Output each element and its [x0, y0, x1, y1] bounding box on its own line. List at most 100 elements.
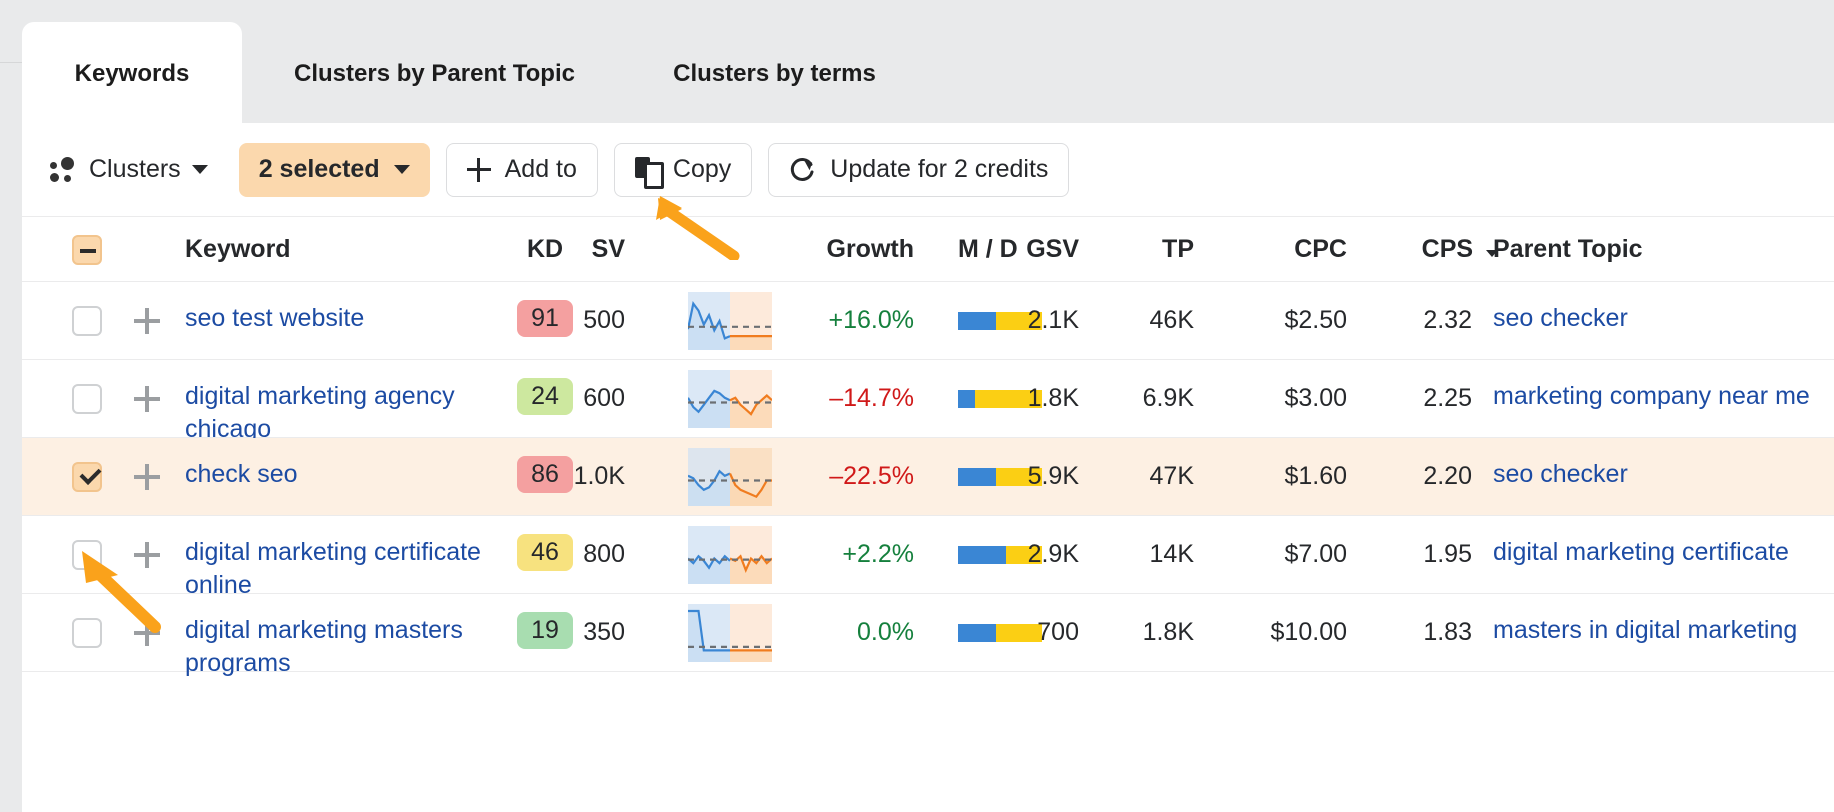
copy-icon: [635, 157, 659, 183]
row-cps-value: 2.32: [1423, 306, 1472, 335]
row-trend-sparkline: [688, 604, 772, 662]
md-mobile-segment: [958, 312, 996, 330]
row-gsv-value: 5.9K: [1028, 462, 1079, 491]
plus-icon: [134, 386, 160, 412]
checkbox-unchecked-icon: [72, 618, 102, 648]
row-tp-value: 47K: [1150, 462, 1194, 491]
update-credits-label: Update for 2 credits: [830, 155, 1048, 184]
tab-clusters-by-parent-topic[interactable]: Clusters by Parent Topic: [242, 22, 627, 123]
copy-label: Copy: [673, 155, 731, 184]
md-mobile-segment: [958, 390, 975, 408]
md-ratio-bar: [958, 624, 1042, 642]
row-tp-value: 6.9K: [1143, 384, 1194, 413]
column-header-cpc[interactable]: CPC: [1294, 235, 1347, 264]
table-row[interactable]: seo test website 91 500 +16.0% 2.1K 46K …: [22, 282, 1834, 360]
row-parent-topic-link[interactable]: seo checker: [1493, 458, 1823, 491]
row-gsv-value: 2.9K: [1028, 540, 1079, 569]
plus-icon: [134, 308, 160, 334]
clusters-dropdown[interactable]: Clusters: [50, 155, 208, 184]
md-mobile-segment: [958, 468, 996, 486]
row-checkbox[interactable]: [72, 618, 102, 648]
column-header-cps[interactable]: CPS: [1422, 235, 1498, 264]
row-cpc-value: $10.00: [1271, 618, 1347, 647]
row-cpc-value: $2.50: [1284, 306, 1347, 335]
row-keyword-text: digital marketing agency chicago: [185, 382, 455, 443]
row-parent-topic-link[interactable]: digital marketing certificate: [1493, 536, 1823, 569]
row-keyword-link[interactable]: digital marketing agency chicago: [185, 380, 485, 447]
row-parent-topic-link[interactable]: masters in digital marketing: [1493, 614, 1823, 647]
row-keyword-text: seo test website: [185, 304, 364, 332]
selection-count-dropdown[interactable]: 2 selected: [239, 143, 430, 197]
row-cps-value: 1.95: [1423, 540, 1472, 569]
update-credits-button[interactable]: Update for 2 credits: [768, 143, 1069, 197]
row-checkbox[interactable]: [72, 462, 102, 492]
row-keyword-link[interactable]: seo test website: [185, 302, 485, 335]
row-trend-sparkline: [688, 448, 772, 506]
row-checkbox[interactable]: [72, 540, 102, 570]
row-expand-button[interactable]: [134, 308, 160, 334]
row-checkbox[interactable]: [72, 384, 102, 414]
row-expand-button[interactable]: [134, 464, 160, 490]
row-tp-value: 46K: [1150, 306, 1194, 335]
row-tp-value: 14K: [1150, 540, 1194, 569]
row-parent-topic-text: marketing company near me: [1493, 382, 1810, 410]
tab-keywords[interactable]: Keywords: [22, 22, 242, 123]
plus-icon: [134, 542, 160, 568]
column-header-growth[interactable]: Growth: [827, 235, 915, 264]
checkbox-indeterminate-icon: [72, 235, 102, 265]
row-parent-topic-link[interactable]: marketing company near me: [1493, 380, 1823, 413]
table-row[interactable]: digital marketing masters programs 19 35…: [22, 594, 1834, 672]
column-header-keyword[interactable]: Keyword: [185, 235, 291, 264]
row-kd-badge: 19: [515, 612, 575, 649]
row-keyword-link[interactable]: digital marketing masters programs: [185, 614, 485, 681]
row-kd-badge: 24: [515, 378, 575, 415]
table-row[interactable]: check seo 86 1.0K –22.5% 5.9K 47K $1.60 …: [22, 438, 1834, 516]
row-gsv-value: 2.1K: [1028, 306, 1079, 335]
table-toolbar: Clusters 2 selected Add to Copy: [22, 123, 1834, 216]
row-parent-topic-text: digital marketing certificate: [1493, 538, 1789, 566]
row-tp-value: 1.8K: [1143, 618, 1194, 647]
column-header-tp[interactable]: TP: [1162, 235, 1194, 264]
column-header-md[interactable]: M / D: [958, 235, 1018, 264]
md-desktop-segment: [996, 624, 1042, 642]
add-to-button[interactable]: Add to: [446, 143, 598, 197]
row-kd-badge: 46: [515, 534, 575, 571]
column-header-gsv[interactable]: GSV: [1026, 235, 1079, 264]
select-all-checkbox[interactable]: [72, 235, 102, 265]
row-cpc-value: $1.60: [1284, 462, 1347, 491]
row-keyword-link[interactable]: check seo: [185, 458, 485, 491]
table-row[interactable]: digital marketing certificate online 46 …: [22, 516, 1834, 594]
row-parent-topic-text: masters in digital marketing: [1493, 616, 1797, 644]
row-keyword-text: digital marketing masters programs: [185, 616, 463, 677]
row-expand-button[interactable]: [134, 386, 160, 412]
row-growth-value: +2.2%: [842, 540, 914, 569]
row-kd-value: 46: [517, 534, 573, 571]
row-expand-button[interactable]: [134, 542, 160, 568]
column-header-parent-topic[interactable]: Parent Topic: [1493, 235, 1823, 264]
tab-clusters-by-terms[interactable]: Clusters by terms: [627, 22, 922, 123]
row-checkbox[interactable]: [72, 306, 102, 336]
checkbox-checked-icon: [72, 462, 102, 492]
row-sv-value: 1.0K: [574, 462, 625, 491]
row-parent-topic-text: seo checker: [1493, 460, 1628, 488]
checkbox-unchecked-icon: [72, 306, 102, 336]
row-trend-sparkline: [688, 370, 772, 428]
row-parent-topic-text: seo checker: [1493, 304, 1628, 332]
row-sv-value: 600: [583, 384, 625, 413]
column-header-sv[interactable]: SV: [592, 235, 625, 264]
row-keyword-link[interactable]: digital marketing certificate online: [185, 536, 485, 603]
chevron-down-icon: [394, 165, 410, 174]
row-kd-value: 24: [517, 378, 573, 415]
row-kd-value: 91: [517, 300, 573, 337]
tab-clusters-by-parent-topic-label: Clusters by Parent Topic: [294, 60, 575, 88]
row-kd-badge: 86: [515, 456, 575, 493]
column-header-kd[interactable]: KD: [515, 235, 575, 264]
copy-button[interactable]: Copy: [614, 143, 752, 197]
row-cps-value: 1.83: [1423, 618, 1472, 647]
checkbox-unchecked-icon: [72, 384, 102, 414]
plus-icon: [134, 464, 160, 490]
row-expand-button[interactable]: [134, 620, 160, 646]
table-row[interactable]: digital marketing agency chicago 24 600 …: [22, 360, 1834, 438]
row-kd-badge: 91: [515, 300, 575, 337]
row-parent-topic-link[interactable]: seo checker: [1493, 302, 1823, 335]
